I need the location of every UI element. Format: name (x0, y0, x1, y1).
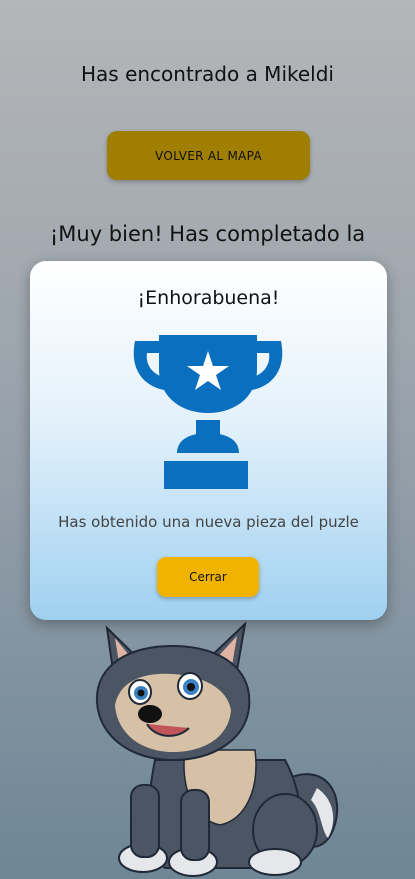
reward-modal: ¡Enhorabuena! Has obtenido una nueva pie… (30, 261, 387, 620)
completed-message: ¡Muy bien! Has completado la (49, 222, 366, 246)
found-title: Has encontrado a Mikeldi (81, 62, 334, 86)
close-button[interactable]: Cerrar (157, 557, 259, 597)
game-screen: Has encontrado a Mikeldi VOLVER AL MAPA … (0, 0, 415, 879)
trophy-icon (131, 335, 285, 489)
wolf-pup-illustration (85, 610, 345, 879)
modal-title: ¡Enhorabuena! (137, 287, 280, 309)
back-to-map-button[interactable]: VOLVER AL MAPA (107, 131, 310, 180)
modal-message: Has obtenido una nueva pieza del puzle (58, 513, 359, 531)
